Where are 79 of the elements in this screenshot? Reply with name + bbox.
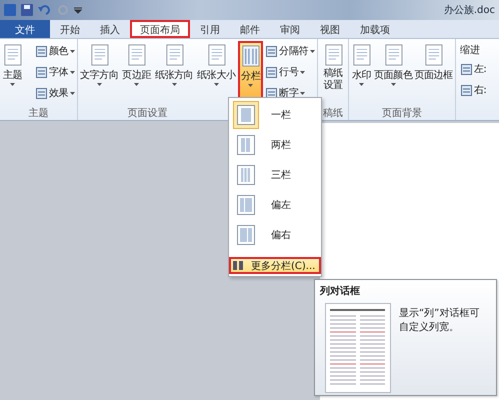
- ribbon-button[interactable]: 页面边框: [413, 41, 454, 103]
- tooltip-title: 列对话框: [318, 284, 361, 299]
- menu-item[interactable]: 一栏: [229, 100, 321, 130]
- group-label: 页面设置: [128, 108, 168, 119]
- menu-item[interactable]: 两栏: [229, 130, 321, 160]
- columns-icon: [235, 103, 257, 127]
- caret-icon: [214, 83, 219, 86]
- caret-icon: [10, 83, 15, 86]
- ribbon-tab[interactable]: 开始: [50, 20, 90, 38]
- save-icon[interactable]: [21, 4, 33, 16]
- ribbon-tab[interactable]: 页面布局: [130, 20, 190, 38]
- caret-icon: [390, 83, 396, 86]
- ribbon-button[interactable]: 左:: [460, 61, 488, 77]
- page-icon: [423, 43, 444, 67]
- columns-icon: [235, 133, 257, 157]
- ribbon-button[interactable]: 颜色: [34, 43, 76, 59]
- ribbon-button[interactable]: 纸张方向: [154, 41, 194, 103]
- menu-item[interactable]: 更多分栏(C)...: [229, 257, 321, 274]
- caret-icon: [70, 50, 75, 52]
- menu-item[interactable]: 偏左: [229, 190, 321, 220]
- ribbon-button[interactable]: 右:: [460, 82, 488, 98]
- columns-icon: [235, 193, 257, 217]
- caret-icon: [310, 50, 315, 52]
- ribbon-button[interactable]: 稿纸设置: [321, 41, 345, 103]
- square-icon: [266, 88, 278, 98]
- group-label: 主题: [28, 108, 48, 119]
- menu-item[interactable]: 偏右: [229, 220, 321, 250]
- page-icon: [126, 43, 148, 67]
- ribbon-button[interactable]: 效果: [34, 85, 76, 101]
- ribbon-tab[interactable]: 邮件: [230, 20, 270, 38]
- ribbon-button[interactable]: 文字方向: [79, 41, 120, 103]
- caret-icon: [359, 83, 364, 86]
- caret-icon: [70, 92, 75, 94]
- ribbon-button[interactable]: 行号: [265, 64, 316, 80]
- ribbon-tab[interactable]: 插入: [90, 20, 130, 38]
- ribbon-button[interactable]: 主题: [1, 41, 24, 103]
- customize-icon[interactable]: [74, 6, 82, 14]
- caret-icon: [96, 83, 102, 86]
- square-icon: [460, 64, 472, 74]
- page-icon: [206, 43, 227, 67]
- ribbon-button[interactable]: 纸张大小: [196, 41, 237, 103]
- square-icon: [266, 46, 278, 56]
- caret-icon: [172, 83, 177, 86]
- page-icon: [322, 43, 344, 67]
- window-title: 办公族.doc: [444, 4, 495, 17]
- menu-item[interactable]: 三栏: [229, 160, 321, 190]
- ribbon-button[interactable]: 页边距: [121, 41, 152, 103]
- square-icon: [36, 88, 47, 98]
- page-icon: [382, 43, 404, 67]
- square-icon: [266, 66, 278, 78]
- columns-icon: [233, 261, 243, 270]
- ribbon-button[interactable]: 页面颜色: [373, 41, 414, 103]
- caret-icon: [248, 84, 254, 87]
- ribbon-tab[interactable]: 引用: [190, 20, 230, 38]
- ribbon-tab[interactable]: 文件: [0, 20, 50, 38]
- ribbon-button[interactable]: 分隔符: [265, 43, 316, 59]
- square-icon: [36, 66, 47, 78]
- ribbon-tab[interactable]: 视图: [310, 20, 350, 38]
- caret-icon: [134, 83, 140, 86]
- ribbon-tab[interactable]: 加载项: [350, 20, 400, 38]
- columns-icon: [235, 163, 257, 187]
- caret-icon: [300, 92, 306, 94]
- page-icon: [351, 43, 372, 67]
- group-label: 稿纸: [323, 108, 343, 119]
- page-icon: [88, 43, 110, 67]
- square-icon: [460, 84, 472, 96]
- page-icon: [164, 43, 185, 67]
- group-heading: 缩进: [460, 44, 481, 57]
- group-label: 页面背景: [382, 108, 422, 119]
- ribbon-button[interactable]: 字体: [34, 64, 76, 80]
- caret-icon: [70, 70, 75, 74]
- caret-icon: [300, 70, 306, 74]
- tooltip-text: 显示“列”对话框可自定义列宽。: [399, 306, 480, 335]
- ribbon-button[interactable]: 水印: [350, 41, 373, 103]
- undo-icon[interactable]: [38, 4, 52, 16]
- ribbon-tab[interactable]: 审阅: [270, 20, 310, 38]
- columns-icon: [235, 223, 257, 247]
- square-icon: [36, 46, 47, 56]
- columns-icon: [240, 44, 262, 68]
